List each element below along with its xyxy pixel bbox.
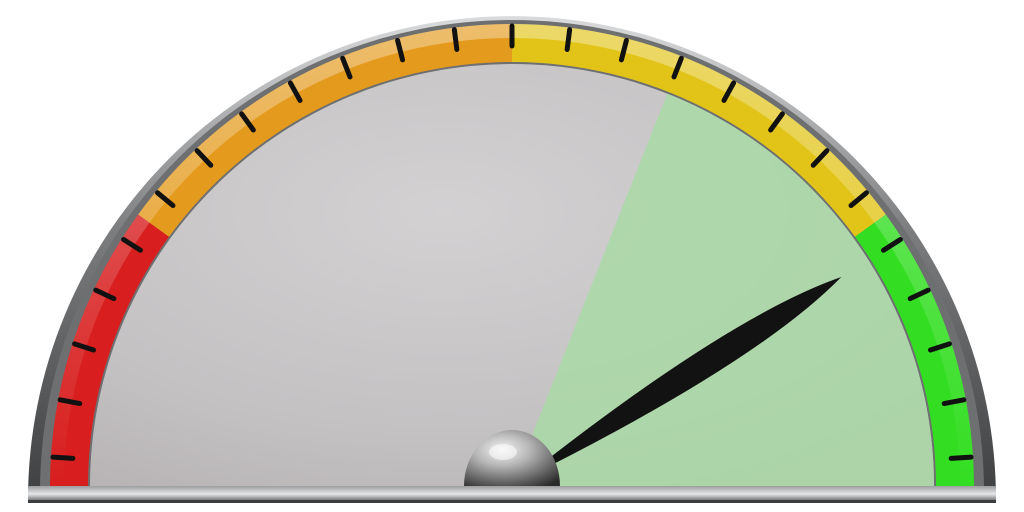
gauge-dial	[28, 16, 996, 503]
gauge-base	[28, 486, 996, 502]
gauge	[0, 0, 1024, 512]
gauge-base-edge	[28, 500, 996, 503]
gauge-tick	[948, 454, 974, 461]
gauge-tick	[50, 454, 76, 461]
gauge-tick	[451, 27, 460, 52]
gauge-tick	[564, 27, 573, 52]
gauge-hub-glint	[489, 444, 517, 460]
